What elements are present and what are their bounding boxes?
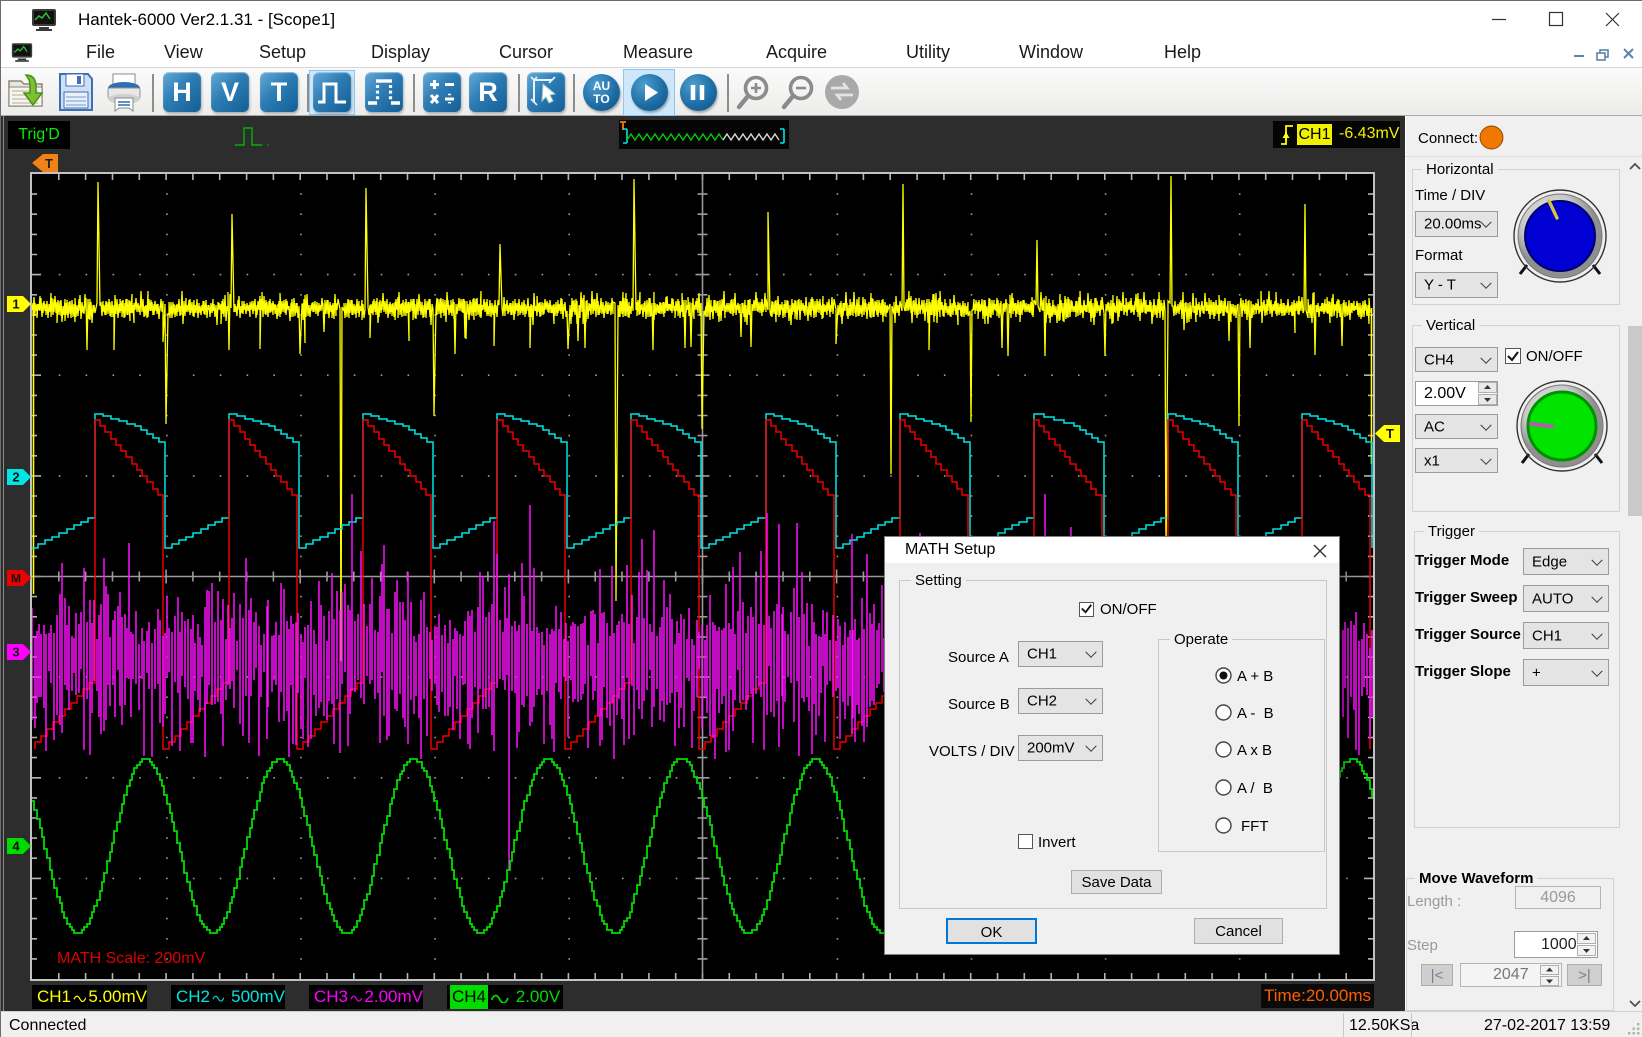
svg-text:4: 4 bbox=[12, 839, 20, 854]
svg-text:T: T bbox=[45, 156, 53, 171]
svg-text:MATH Scale: 200mV: MATH Scale: 200mV bbox=[57, 950, 206, 967]
svg-text:1: 1 bbox=[12, 297, 19, 312]
svg-text:2: 2 bbox=[12, 470, 19, 485]
svg-text:M: M bbox=[11, 572, 21, 586]
svg-text:T: T bbox=[1386, 426, 1394, 441]
svg-text:3: 3 bbox=[12, 645, 19, 660]
